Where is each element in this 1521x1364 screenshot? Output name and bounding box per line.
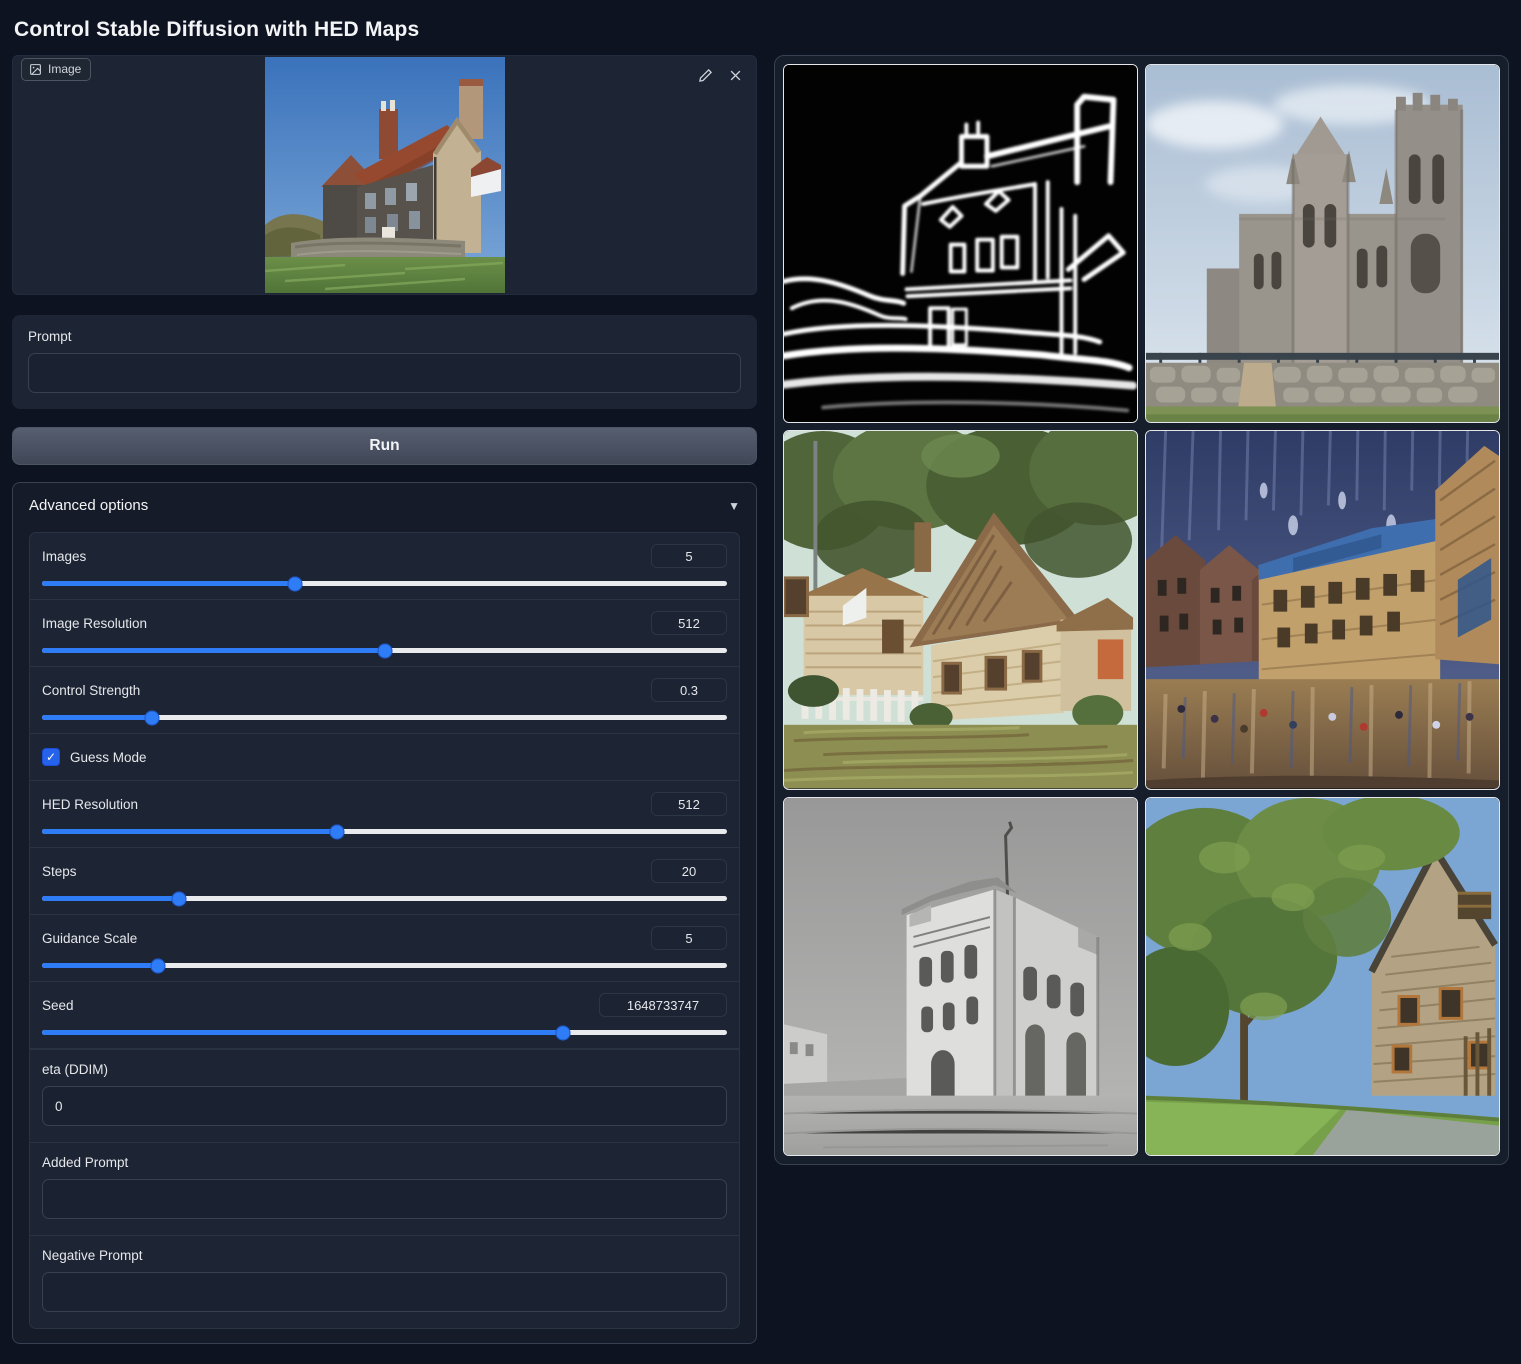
gallery-item-stone-house-trees[interactable] bbox=[1145, 797, 1500, 1156]
gallery-item-impressionist-street[interactable] bbox=[1145, 430, 1500, 789]
results-column bbox=[774, 55, 1509, 1165]
slider-track[interactable] bbox=[42, 648, 727, 653]
added-prompt-input[interactable] bbox=[42, 1179, 727, 1219]
slider-value-input[interactable]: 512 bbox=[651, 792, 727, 816]
slider-label: Steps bbox=[42, 864, 77, 879]
slider-row-images: Images 5 bbox=[30, 533, 739, 600]
advanced-options-header[interactable]: Advanced options ▼ bbox=[13, 483, 756, 526]
slider-row-seed: Seed 1648733747 bbox=[30, 982, 739, 1049]
gallery-item-gothic-cathedral[interactable] bbox=[1145, 64, 1500, 423]
advanced-options-body: Images 5 Image Resolution 512 bbox=[29, 532, 740, 1329]
slider-track[interactable] bbox=[42, 829, 727, 834]
slider-track[interactable] bbox=[42, 581, 727, 586]
slider-handle[interactable] bbox=[172, 891, 187, 906]
slider-handle[interactable] bbox=[144, 710, 159, 725]
slider-handle[interactable] bbox=[288, 576, 303, 591]
slider-label: Images bbox=[42, 549, 86, 564]
slider-handle[interactable] bbox=[377, 643, 392, 658]
slider-label: Guidance Scale bbox=[42, 931, 137, 946]
prompt-input[interactable] bbox=[28, 353, 741, 393]
app-root: Control Stable Diffusion with HED Maps I… bbox=[0, 0, 1521, 1354]
added-prompt-label: Added Prompt bbox=[42, 1155, 727, 1170]
guess-mode-label: Guess Mode bbox=[70, 750, 147, 765]
slider-value-input[interactable]: 512 bbox=[651, 611, 727, 635]
gallery-item-hed-edge-map[interactable] bbox=[783, 64, 1138, 423]
gallery-item-grayscale-building[interactable] bbox=[783, 797, 1138, 1156]
slider-label: Control Strength bbox=[42, 683, 140, 698]
close-icon bbox=[728, 68, 743, 83]
uploaded-image[interactable] bbox=[265, 57, 505, 293]
slider-handle[interactable] bbox=[329, 824, 344, 839]
guess-mode-row[interactable]: ✓ Guess Mode bbox=[30, 734, 739, 780]
prompt-label: Prompt bbox=[28, 329, 741, 344]
prompt-panel: Prompt bbox=[12, 315, 757, 409]
slider-row-image-resolution: Image Resolution 512 bbox=[30, 600, 739, 667]
slider-label: HED Resolution bbox=[42, 797, 138, 812]
pencil-icon bbox=[698, 68, 713, 83]
slider-track[interactable] bbox=[42, 963, 727, 968]
image-tab-label: Image bbox=[21, 58, 91, 81]
slider-row-guidance-scale: Guidance Scale 5 bbox=[30, 915, 739, 982]
eta-input[interactable]: 0 bbox=[42, 1086, 727, 1126]
clear-image-button[interactable] bbox=[724, 64, 746, 86]
slider-row-steps: Steps 20 bbox=[30, 848, 739, 915]
eta-field-row: eta (DDIM) 0 bbox=[30, 1049, 739, 1143]
slider-label: Seed bbox=[42, 998, 74, 1013]
negative-prompt-row: Negative Prompt bbox=[30, 1236, 739, 1328]
slider-row-hed-resolution: HED Resolution 512 bbox=[30, 780, 739, 848]
image-icon bbox=[29, 63, 42, 76]
slider-label: Image Resolution bbox=[42, 616, 147, 631]
negative-prompt-input[interactable] bbox=[42, 1272, 727, 1312]
advanced-options-accordion: Advanced options ▼ Images 5 bbox=[12, 482, 757, 1344]
input-image-component[interactable]: Image bbox=[12, 55, 757, 295]
slider-handle[interactable] bbox=[151, 958, 166, 973]
page-title: Control Stable Diffusion with HED Maps bbox=[14, 18, 1509, 42]
slider-value-input[interactable]: 1648733747 bbox=[599, 993, 727, 1017]
slider-value-input[interactable]: 0.3 bbox=[651, 678, 727, 702]
controls-column: Image bbox=[12, 55, 757, 1344]
chevron-down-icon: ▼ bbox=[728, 499, 740, 513]
gallery-item-cottage-painting[interactable] bbox=[783, 430, 1138, 789]
slider-value-input[interactable]: 20 bbox=[651, 859, 727, 883]
added-prompt-row: Added Prompt bbox=[30, 1143, 739, 1236]
slider-row-control-strength: Control Strength 0.3 bbox=[30, 667, 739, 734]
slider-track[interactable] bbox=[42, 896, 727, 901]
slider-track[interactable] bbox=[42, 1030, 727, 1035]
negative-prompt-label: Negative Prompt bbox=[42, 1248, 727, 1263]
run-button[interactable]: Run bbox=[12, 427, 757, 465]
guess-mode-checkbox[interactable]: ✓ bbox=[42, 748, 60, 766]
advanced-options-title: Advanced options bbox=[29, 497, 148, 514]
slider-value-input[interactable]: 5 bbox=[651, 544, 727, 568]
slider-value-input[interactable]: 5 bbox=[651, 926, 727, 950]
slider-handle[interactable] bbox=[555, 1025, 570, 1040]
slider-track[interactable] bbox=[42, 715, 727, 720]
edit-image-button[interactable] bbox=[694, 64, 716, 86]
result-gallery bbox=[774, 55, 1509, 1165]
eta-label: eta (DDIM) bbox=[42, 1062, 727, 1077]
